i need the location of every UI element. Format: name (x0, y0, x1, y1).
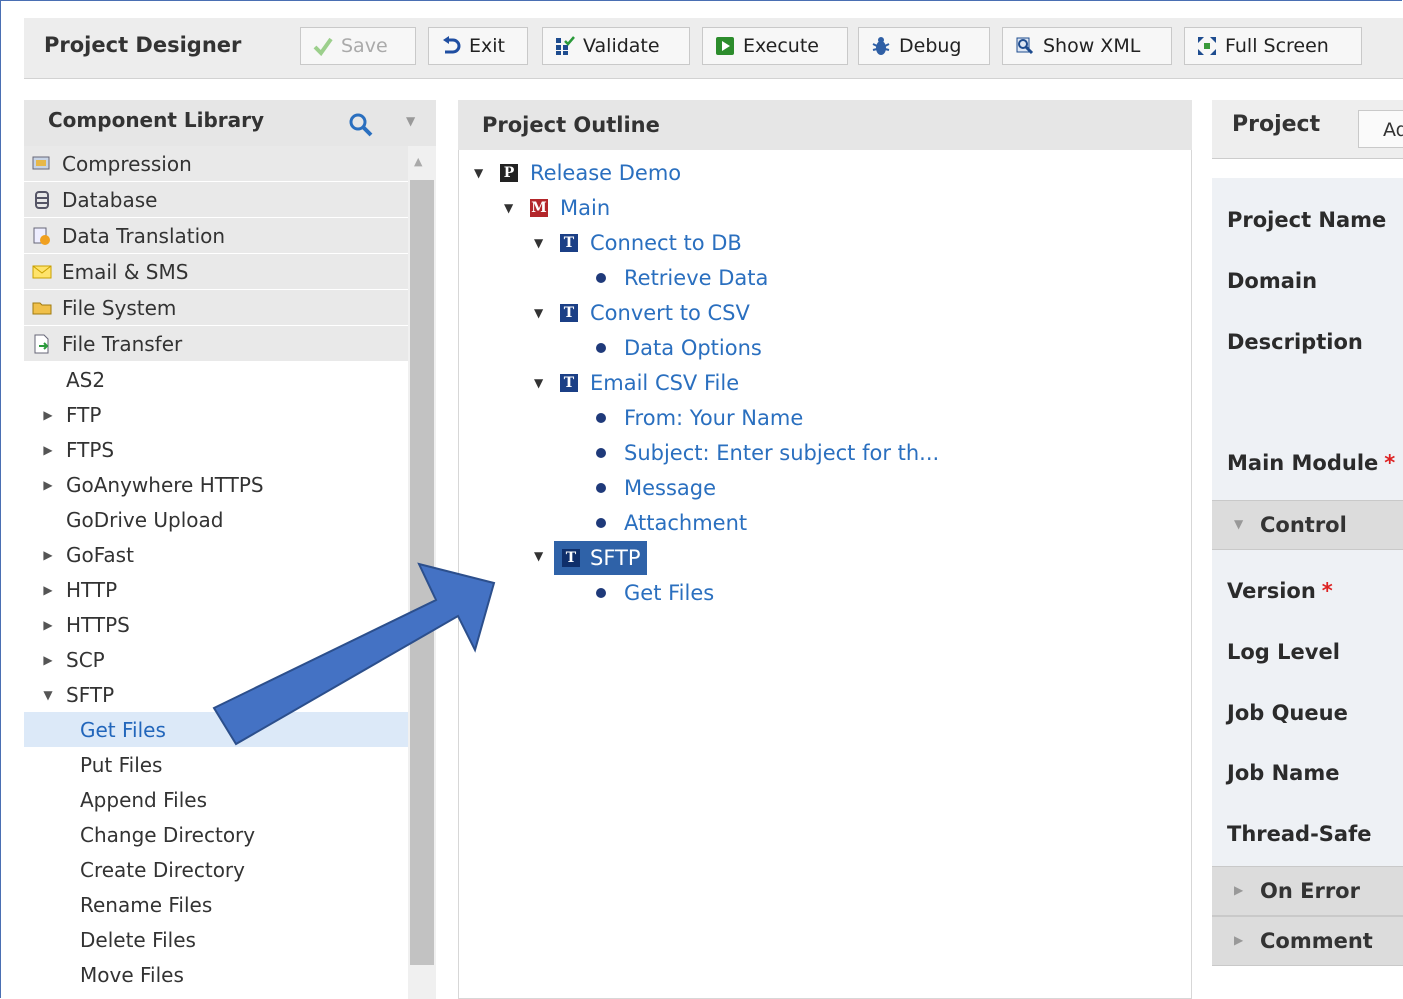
drag-annotation-arrow (212, 562, 496, 746)
